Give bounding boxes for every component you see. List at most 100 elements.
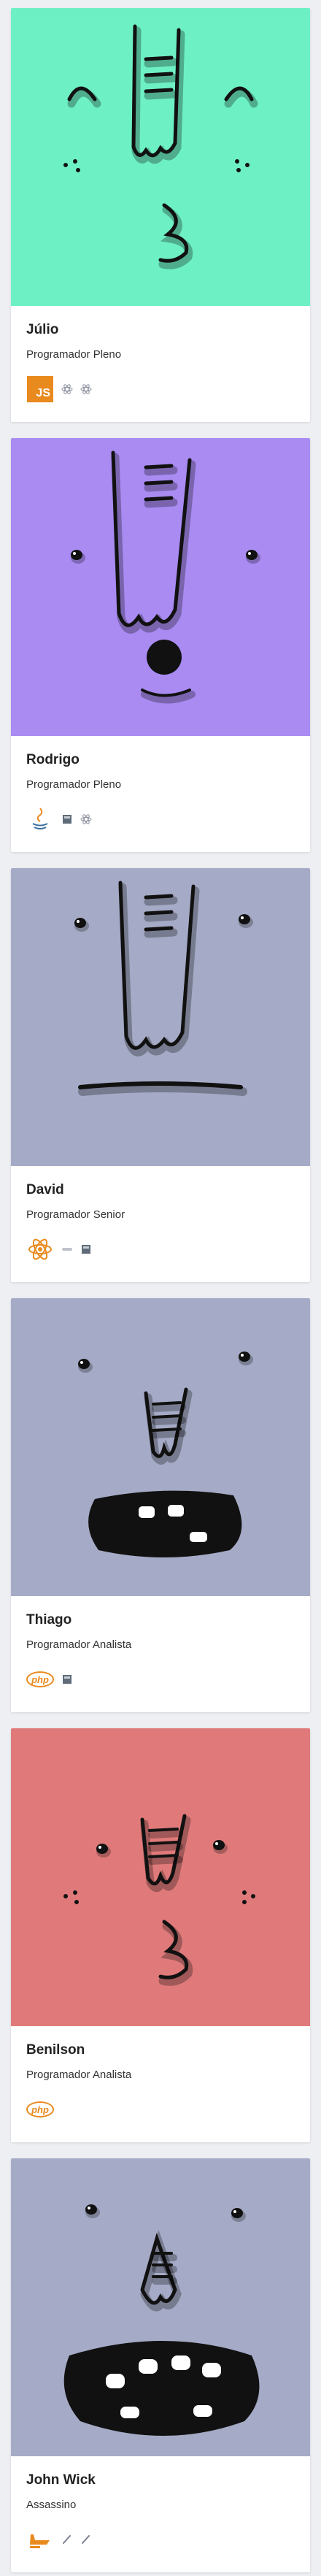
right-eye: [239, 1352, 250, 1362]
nose-stripe: [152, 1427, 182, 1432]
left-freckles: [63, 163, 68, 167]
tooth: [171, 2355, 190, 2370]
left-eye: [71, 550, 82, 560]
nose-stripe-shadow: [148, 1856, 183, 1865]
profile-card[interactable]: Benilson Programador Analista php: [11, 1728, 310, 2142]
right-eye-highlight: [215, 1842, 218, 1845]
right-eye: [213, 1840, 225, 1850]
knife-icon: [80, 2534, 92, 2545]
avatar-illustration: [11, 8, 310, 306]
nose-stripe: [144, 926, 174, 932]
left-freckles: [74, 1900, 79, 1904]
profile-name: Rodrigo: [26, 752, 80, 767]
profile-name: David: [26, 1182, 64, 1197]
nose-stripe-shadow: [152, 1403, 186, 1412]
left-eye: [78, 1359, 90, 1369]
tooth: [168, 1505, 184, 1517]
nose-stripe: [152, 1401, 182, 1406]
nose-stripe: [144, 910, 174, 916]
profile-info: Rodrigo Programador Pleno: [11, 736, 310, 834]
open-mouth: [88, 1490, 242, 1557]
nose-stripe-shadow: [144, 912, 178, 922]
avatar-illustration: [11, 438, 310, 736]
tooth: [139, 1506, 155, 1518]
profile-info: John Wick Assassino: [11, 2456, 310, 2554]
tooth: [120, 2407, 139, 2418]
profile-card[interactable]: David Programador Senior: [11, 868, 310, 1282]
right-freckles: [242, 1900, 247, 1904]
profile-role: Programador Pleno: [26, 778, 122, 791]
nose-stripe-shadow: [144, 90, 178, 100]
javascript-icon: JS: [26, 375, 54, 403]
profile-role: Programador Analista: [26, 1638, 132, 1651]
tooth: [139, 2359, 158, 2374]
nose-stripe-shadow: [148, 1843, 183, 1852]
left-freckles: [73, 159, 77, 164]
nose-stripe-shadow: [144, 928, 178, 938]
left-eye-highlight: [77, 920, 80, 923]
skill-icons: php: [26, 1665, 295, 1694]
profile-role: Programador Analista: [26, 2069, 132, 2081]
profile-info: Júlio Programador Pleno JS: [11, 306, 310, 404]
profile-card[interactable]: Thiago Programador Analista php: [11, 1298, 310, 1712]
nose-stripe-shadow: [144, 482, 178, 492]
database-icon: [61, 1674, 73, 1685]
profile-role: Programador Pleno: [26, 348, 122, 361]
right-freckles: [236, 168, 241, 172]
nose-stripe-shadow: [152, 1430, 186, 1438]
react-icon: [26, 1235, 54, 1263]
right-eye: [246, 550, 258, 560]
nose-stripe: [144, 464, 174, 469]
profile-card[interactable]: Júlio Programador Pleno JS: [11, 8, 310, 422]
skill-icons: php: [26, 2095, 295, 2124]
php-icon: php: [26, 1665, 54, 1693]
nose-stripe-shadow: [144, 74, 178, 84]
right-eye-highlight: [241, 1354, 244, 1357]
profile-card[interactable]: John Wick Assassino: [11, 2158, 310, 2572]
profile-name: Thiago: [26, 1612, 72, 1628]
profile-info: David Programador Senior: [11, 1166, 310, 1264]
tooth: [193, 2405, 212, 2417]
skill-icons: [26, 2525, 295, 2554]
left-eye: [85, 2204, 97, 2215]
dash-icon: [61, 1243, 73, 1255]
gun-icon: [26, 2526, 54, 2553]
skill-icons: [26, 1235, 295, 1264]
nose-stripe: [144, 496, 174, 502]
nose-stripe: [144, 72, 174, 77]
nose-stripe: [152, 1414, 182, 1419]
left-eye-highlight: [98, 1846, 101, 1849]
profile-card[interactable]: Rodrigo Programador Pleno: [11, 438, 310, 852]
profile-role: Programador Senior: [26, 1208, 125, 1221]
right-eye: [231, 2208, 243, 2218]
big-mouth: [63, 2341, 260, 2436]
php-badge-label: php: [26, 2101, 54, 2117]
database-icon: [61, 813, 73, 825]
avatar-illustration: [11, 868, 310, 1166]
right-eye: [239, 914, 250, 924]
profile-name: John Wick: [26, 2472, 96, 2488]
right-eye-highlight: [241, 916, 244, 919]
javascript-badge-label: JS: [27, 376, 53, 402]
avatar-illustration: [11, 1728, 310, 2026]
profile-name: Benilson: [26, 2042, 85, 2058]
left-eye: [74, 918, 86, 928]
avatar-illustration: [11, 1298, 310, 1596]
nose-stripe: [144, 894, 174, 900]
nose-stripe: [148, 1854, 179, 1858]
right-freckles: [242, 1890, 247, 1895]
nose-stripe-shadow: [144, 896, 178, 906]
left-freckles: [63, 1894, 68, 1898]
java-icon: [26, 805, 54, 833]
database-icon: [80, 1243, 92, 1255]
right-eye-highlight: [233, 2210, 236, 2213]
left-eye-highlight: [73, 552, 76, 555]
react-icon: [61, 383, 73, 395]
left-eye-highlight: [80, 1361, 83, 1364]
nose-stripe-shadow: [144, 58, 178, 68]
tooth: [190, 1532, 207, 1542]
react-icon: [80, 383, 92, 395]
tooth: [202, 2363, 221, 2377]
left-eye: [96, 1844, 108, 1854]
right-freckles: [251, 1894, 255, 1898]
